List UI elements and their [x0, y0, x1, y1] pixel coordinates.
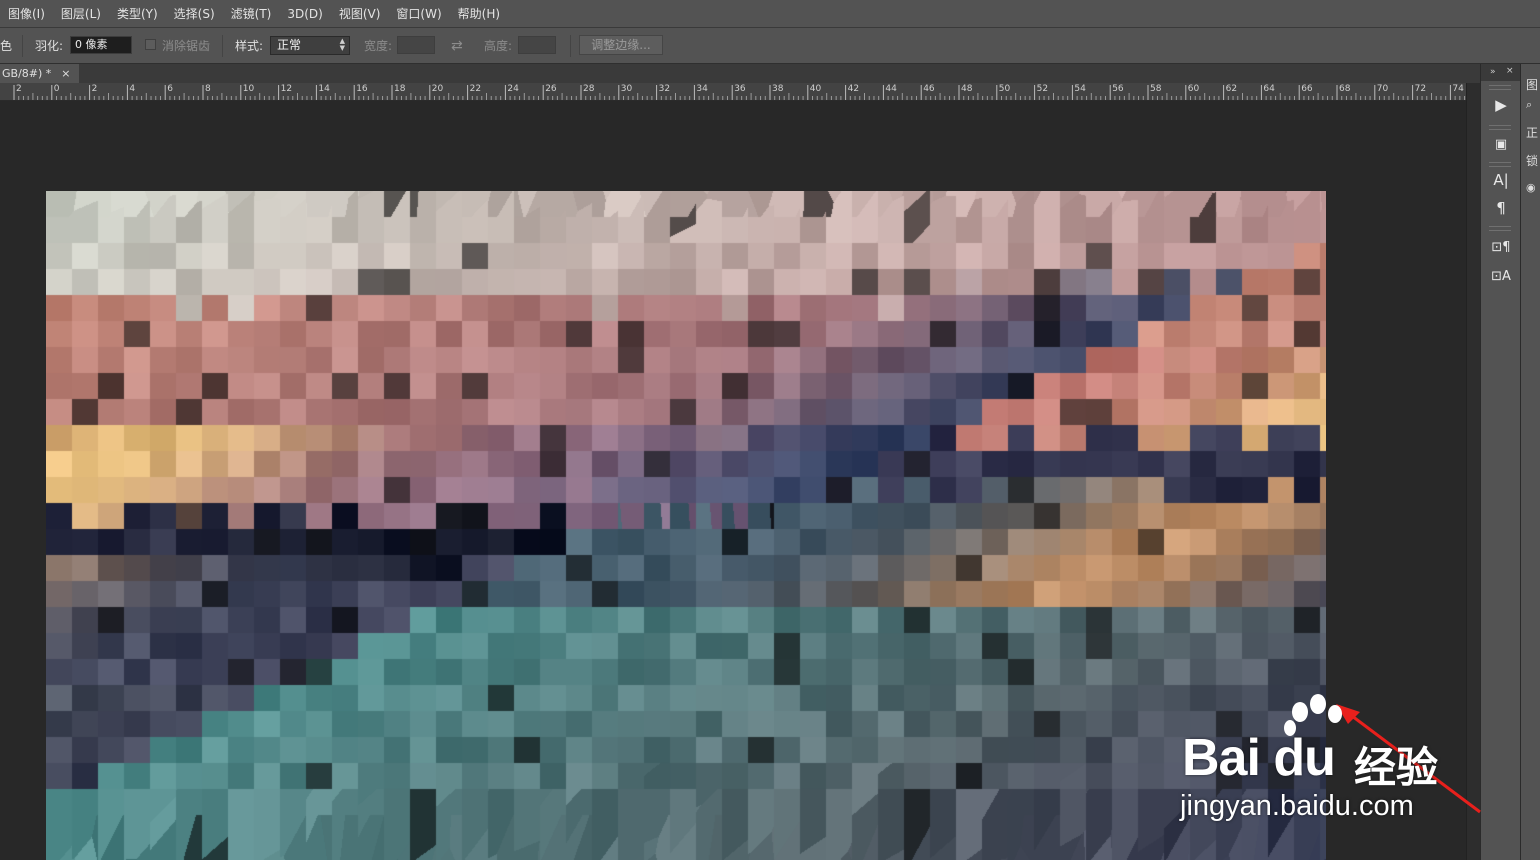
panel-tab-label[interactable]: 图 — [1526, 76, 1538, 93]
character-icon[interactable]: A| — [1491, 170, 1511, 190]
search-icon[interactable]: ⌕ — [1526, 98, 1532, 112]
ruler-label: 16 — [356, 84, 368, 94]
eye-icon[interactable]: ◉ — [1526, 181, 1536, 194]
ruler-label: 56 — [1112, 84, 1124, 94]
ruler-label: 34 — [696, 84, 708, 94]
ruler-label: 22 — [469, 84, 482, 94]
expand-panels-icon[interactable]: » — [1490, 67, 1496, 77]
ruler-label: 46 — [923, 84, 935, 94]
height-label: 高度: — [484, 39, 513, 53]
watermark-logo-text: Bai du — [1182, 729, 1336, 787]
menu-type[interactable]: 类型(Y) — [109, 5, 166, 22]
selection-mode-glyph[interactable]: 色 — [0, 28, 12, 63]
ruler-label: 12 — [280, 84, 293, 94]
horizontal-ruler[interactable]: 2 0 2 4 6 8 10 12 14 16 18 20 22 24 26 28 30 32 34 36 38 40 42… — [0, 83, 1466, 101]
divider — [222, 35, 223, 57]
character-style-icon[interactable]: ⊡A — [1491, 267, 1511, 287]
watermark-product: 经验 — [1354, 743, 1439, 792]
ruler-label: 64 — [1263, 84, 1275, 94]
divider — [570, 35, 571, 57]
ruler-label: 2 — [91, 84, 98, 94]
ruler-label: 48 — [961, 84, 973, 94]
menu-image[interactable]: 图像(I) — [0, 5, 53, 22]
baidu-jingyan-watermark: Bai du 经验 jingyan.baidu.com — [1178, 690, 1468, 830]
menu-view[interactable]: 视图(V) — [331, 5, 389, 22]
ruler-label: 0 — [53, 84, 60, 94]
ruler-label: 40 — [809, 84, 822, 94]
menu-filter[interactable]: 滤镜(T) — [223, 5, 280, 22]
ruler-label: 2 — [16, 84, 22, 94]
ruler-label: 28 — [583, 84, 595, 94]
document-tab-bar: GB/8#) * × — [0, 64, 1480, 83]
ruler-label: 42 — [847, 84, 860, 94]
close-dock-icon[interactable]: × — [1506, 66, 1514, 76]
ruler-label: 72 — [1414, 84, 1427, 94]
feather-label: 羽化: — [35, 39, 64, 53]
ruler-label: 36 — [734, 84, 746, 94]
document-image[interactable] — [46, 191, 1326, 860]
crystallize-mosaic-image — [46, 191, 1326, 860]
panel-grip[interactable] — [1489, 125, 1511, 130]
options-bar: 色 羽化: 0 像素 消除锯齿 样式: 正常 ▲ ▼ 宽度: ⇄ 高度: 调整边缘… — [0, 28, 1540, 64]
ruler-label: 10 — [242, 84, 255, 94]
menu-layer[interactable]: 图层(L) — [53, 5, 109, 22]
ruler-label: 54 — [1074, 84, 1086, 94]
ruler-label: 4 — [129, 84, 136, 94]
feather-input[interactable]: 0 像素 — [70, 36, 132, 54]
ruler-label: 70 — [1376, 84, 1389, 94]
style-select[interactable]: 正常 ▲ ▼ — [270, 36, 350, 55]
style-select-value: 正常 — [277, 38, 302, 52]
image-adjust-icon[interactable]: ▣ — [1491, 135, 1511, 155]
lock-label: 锁 — [1526, 154, 1539, 168]
panel-grip[interactable] — [1489, 162, 1511, 167]
antialias-label: 消除锯齿 — [162, 39, 211, 53]
divider — [22, 35, 23, 57]
ruler-label: 26 — [545, 84, 557, 94]
menu-3d[interactable]: 3D(D) — [279, 7, 330, 21]
play-icon[interactable]: ▶ — [1491, 95, 1511, 115]
dock-header[interactable]: » × — [1481, 64, 1521, 81]
ruler-ticks — [13, 85, 1466, 100]
refine-edge-button[interactable]: 调整边缘... — [579, 35, 663, 55]
ruler-label: 62 — [1225, 84, 1238, 94]
width-input[interactable] — [397, 36, 435, 54]
layers-panel-edge: 图 ⌕ 正 锁 ◉ — [1520, 64, 1540, 860]
antialias-checkbox[interactable] — [145, 39, 156, 50]
ruler-label: 32 — [658, 84, 671, 94]
menu-select[interactable]: 选择(S) — [166, 5, 223, 22]
menu-window[interactable]: 窗口(W) — [388, 5, 449, 22]
ruler-label: 58 — [1150, 84, 1162, 94]
width-label: 宽度: — [364, 39, 393, 53]
ruler-label: 52 — [1036, 84, 1049, 94]
paragraph-style-icon[interactable]: ⊡¶ — [1491, 238, 1511, 258]
height-input[interactable] — [518, 36, 556, 54]
ruler-label: 8 — [205, 84, 211, 94]
select-arrows-icon: ▲ ▼ — [339, 37, 345, 52]
document-tab[interactable]: GB/8#) * × — [0, 64, 79, 83]
ruler-label: 60 — [1187, 84, 1200, 94]
paragraph-icon[interactable]: ¶ — [1491, 198, 1511, 218]
document-tab-title: GB/8#) * — [2, 67, 52, 80]
ruler-label: 66 — [1301, 84, 1313, 94]
ruler-label: 20 — [431, 84, 444, 94]
ruler-label: 74 — [1452, 84, 1464, 94]
menu-help[interactable]: 帮助(H) — [450, 5, 508, 22]
panel-grip[interactable] — [1489, 226, 1511, 231]
panel-grip[interactable] — [1489, 85, 1511, 90]
ruler-label: 6 — [167, 84, 173, 94]
ruler-label: 50 — [998, 84, 1011, 94]
style-label: 样式: — [235, 39, 264, 53]
close-icon[interactable]: × — [61, 64, 70, 83]
blend-mode-label[interactable]: 正 — [1526, 124, 1538, 141]
ruler-label: 24 — [507, 84, 519, 94]
ruler-label: 14 — [318, 84, 330, 94]
ruler-label: 68 — [1339, 84, 1351, 94]
ruler-label: 44 — [885, 84, 897, 94]
ruler-label: 30 — [620, 84, 633, 94]
watermark-url: jingyan.baidu.com — [1180, 790, 1414, 822]
menu-bar: 图像(I) 图层(L) 类型(Y) 选择(S) 滤镜(T) 3D(D) 视图(V… — [0, 0, 1540, 28]
swap-icon[interactable]: ⇄ — [451, 28, 463, 63]
ruler-label: 18 — [394, 84, 406, 94]
ruler-label: 38 — [772, 84, 784, 94]
